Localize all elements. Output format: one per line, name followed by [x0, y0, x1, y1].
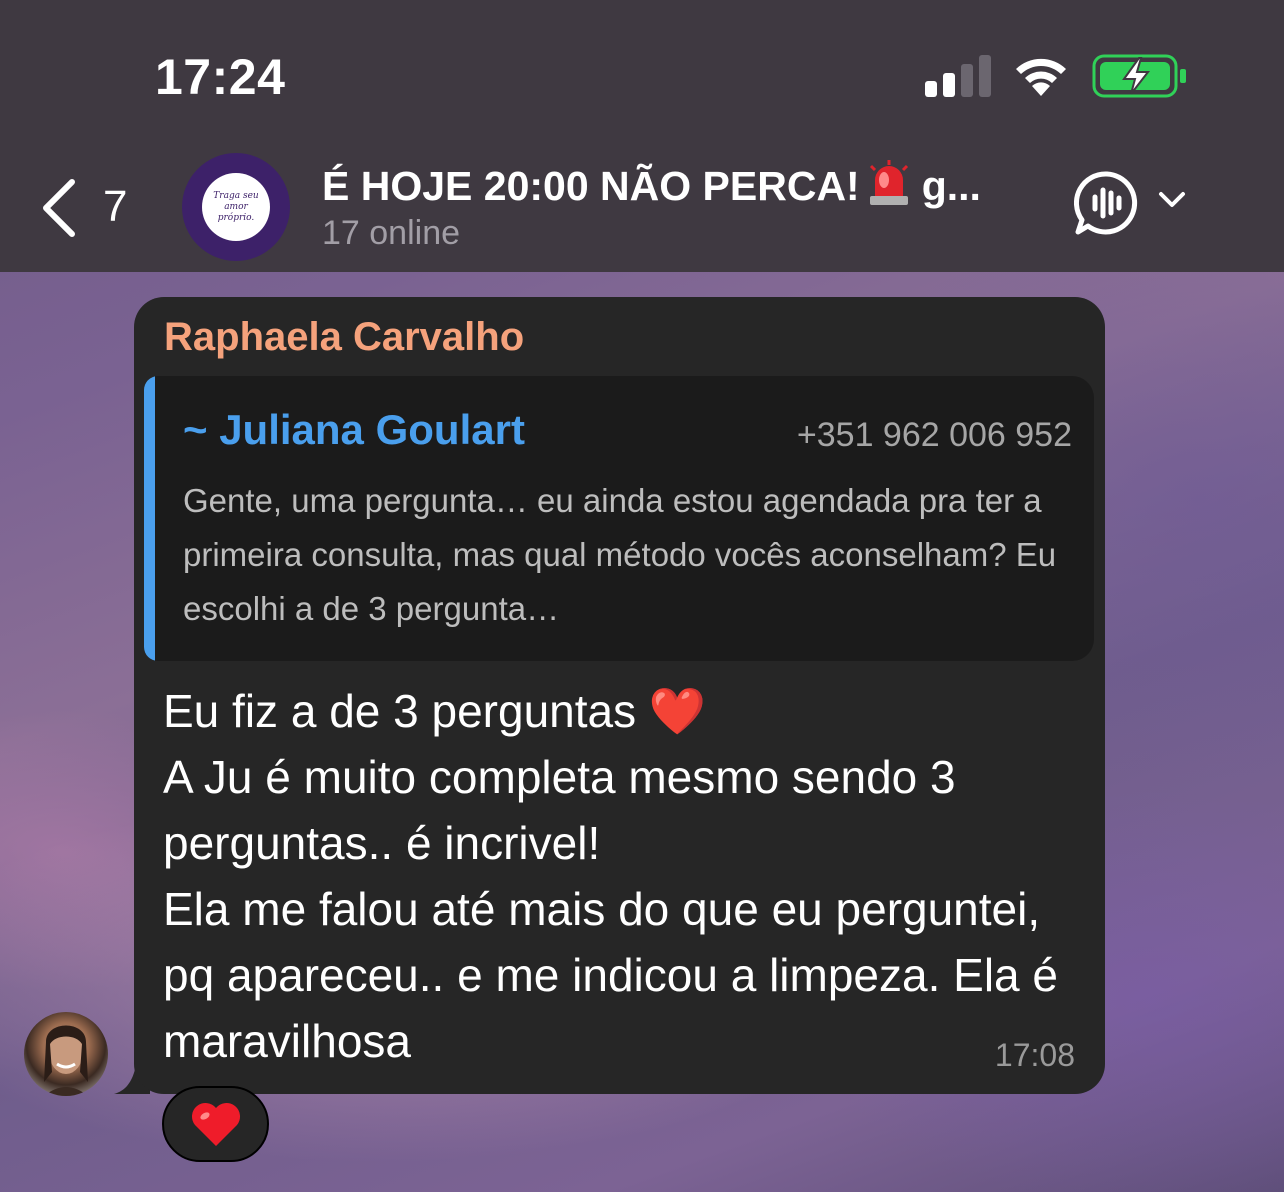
- reply-text: Gente, uma pergunta… eu ainda estou agen…: [183, 482, 1057, 627]
- voice-chat-icon[interactable]: [1074, 170, 1140, 236]
- chevron-down-icon[interactable]: [1158, 190, 1186, 210]
- avatar[interactable]: [24, 1012, 108, 1096]
- cellular-signal-icon: [925, 55, 991, 97]
- chat-title-text: É HOJE 20:00 NÃO PERCA!: [322, 163, 860, 209]
- reply-accent-bar: [144, 376, 155, 661]
- message-time: 17:08: [994, 1037, 1075, 1073]
- heart-icon: [191, 1102, 240, 1146]
- back-chevron-icon[interactable]: [38, 178, 78, 238]
- group-avatar[interactable]: Traga seu amor próprio.: [182, 153, 290, 261]
- reply-preview[interactable]: ~ Juliana Goulart +351 962 006 952 Gente…: [144, 376, 1094, 661]
- message-bubble[interactable]: Raphaela Carvalho ~ Juliana Goulart +351…: [134, 297, 1105, 1094]
- sender-name[interactable]: Raphaela Carvalho: [164, 315, 524, 360]
- wifi-icon: [1016, 58, 1066, 96]
- reply-phone: +351 962 006 952: [796, 416, 1072, 454]
- chat-header: 17:24 7 Traga seu amor próprio. É HOJE 2…: [0, 0, 1284, 272]
- heart-reaction[interactable]: [162, 1086, 269, 1162]
- chat-title-suffix: g...: [921, 163, 981, 209]
- battery-charging-icon: [1092, 54, 1186, 98]
- back-unread-count[interactable]: 7: [103, 182, 127, 232]
- status-time: 17:24: [155, 49, 286, 105]
- message-text: Eu fiz a de 3 perguntas ❤️ A Ju é muito …: [163, 685, 1058, 1067]
- chat-title[interactable]: É HOJE 20:00 NÃO PERCA! g...: [322, 160, 981, 216]
- siren-icon: [868, 160, 910, 216]
- reply-author: ~ Juliana Goulart: [183, 406, 525, 453]
- online-count: 17 online: [322, 214, 461, 252]
- person-photo-icon: [44, 1025, 88, 1096]
- group-avatar-text: Traga seu amor próprio.: [202, 173, 270, 241]
